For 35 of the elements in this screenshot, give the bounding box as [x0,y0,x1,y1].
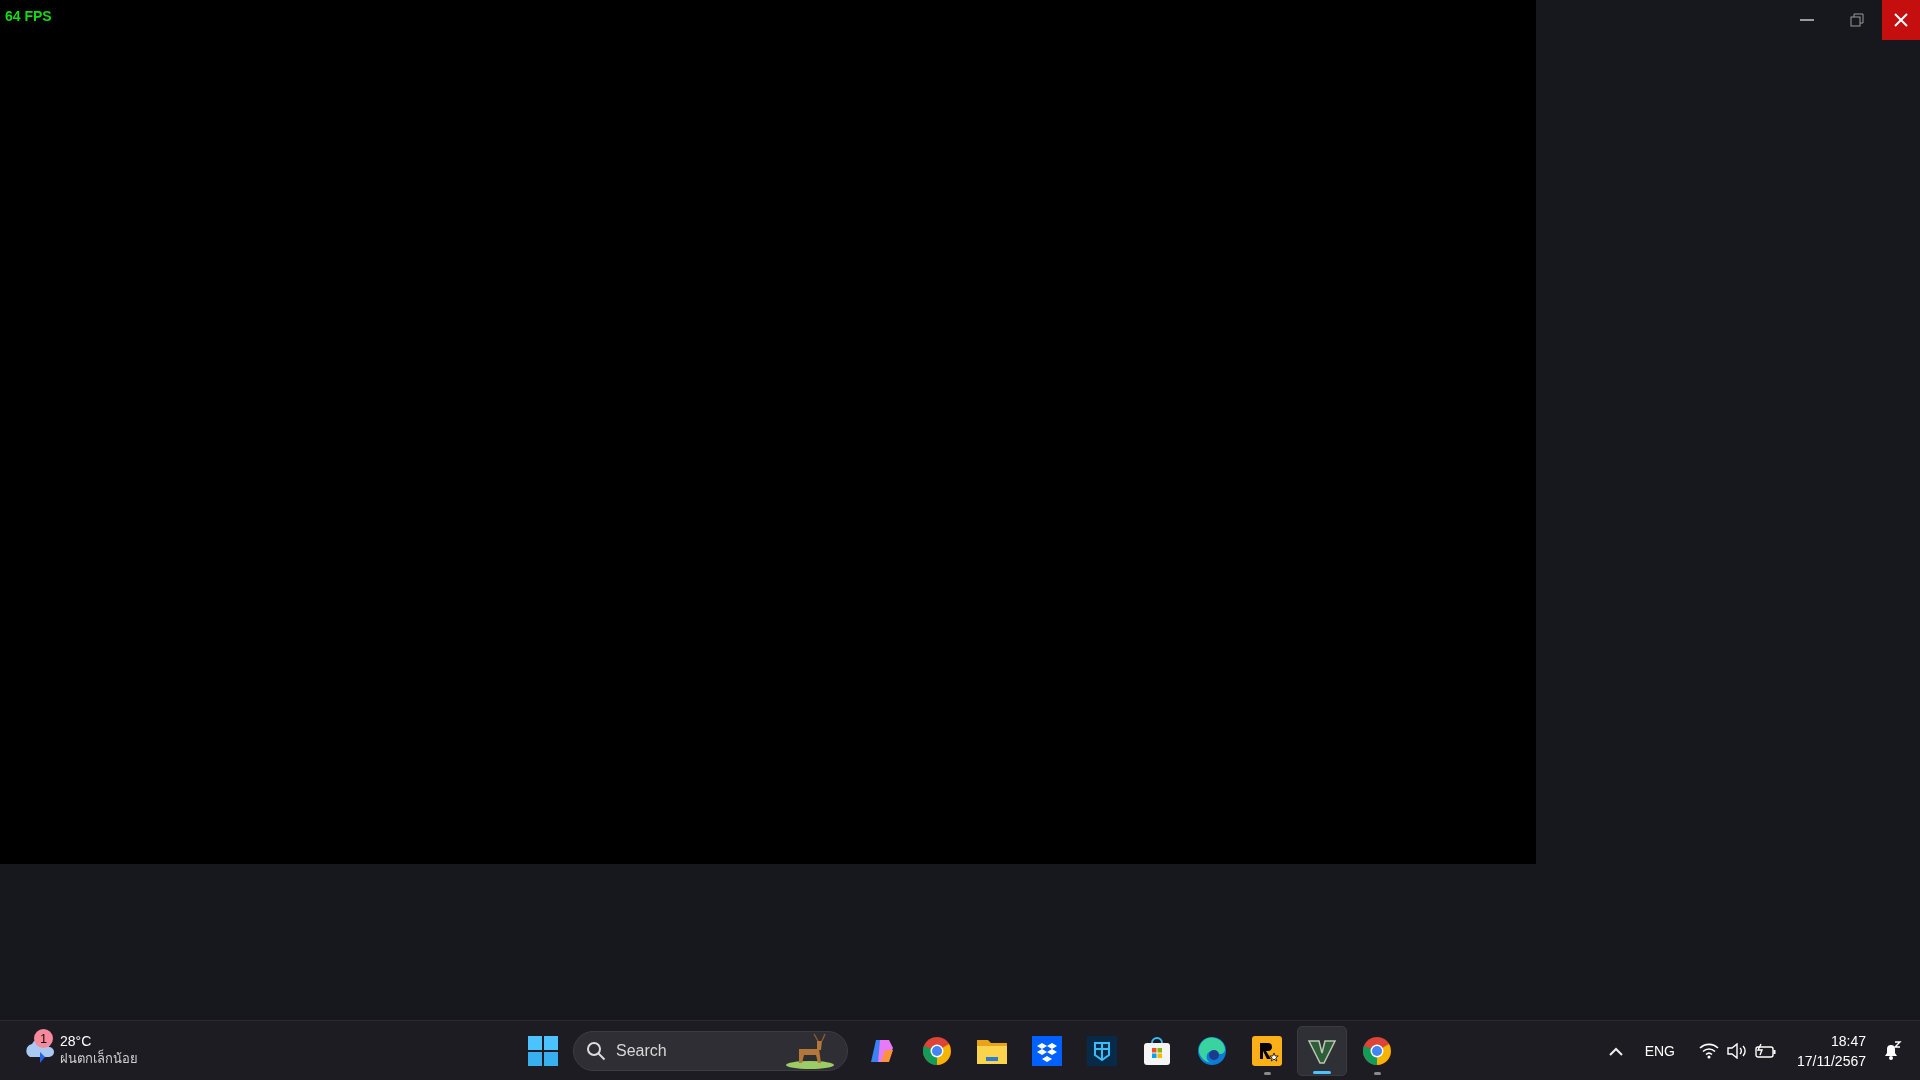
running-indicator [1313,1070,1331,1074]
close-icon [1894,13,1908,27]
battery-charging-icon [1754,1043,1777,1059]
bell-snooze-icon [1882,1041,1902,1061]
clock[interactable]: 18:47 17/11/2567 [1796,1031,1866,1071]
speaker-icon [1726,1043,1747,1059]
minimize-icon [1800,19,1814,21]
deer-icon [785,1032,835,1069]
temperature-text: 28°C [60,1032,92,1049]
search-field[interactable]: Search [573,1030,848,1071]
running-indicator [1263,1071,1271,1075]
store-bag-icon [1142,1035,1172,1066]
system-tray-status[interactable] [1698,1043,1777,1059]
dropbox-icon [1032,1035,1062,1066]
search-input[interactable]: Search [616,1038,775,1063]
edge-icon [1197,1035,1227,1066]
fps-counter: 64 FPS [5,8,52,24]
language-indicator[interactable]: ENG [1644,1040,1675,1062]
time-text: 18:47 [1830,1032,1866,1051]
windows-logo-icon [528,1035,558,1066]
taskbar-app-button[interactable] [1297,1025,1347,1076]
weather-condition-text: ฝนตกเล็กน้อย [60,1050,138,1068]
chrome-icon [1362,1035,1392,1066]
search-icon [586,1040,606,1061]
rockstar-icon [1252,1035,1282,1066]
shield-app-icon [1087,1035,1117,1066]
wifi-icon [1698,1043,1719,1059]
notification-badge: 1 [34,1029,53,1048]
weather-widget[interactable]: 1 28°C ฝนตกเล็กน้อย [22,1027,138,1073]
close-button[interactable] [1882,0,1920,40]
running-indicator [1373,1071,1381,1075]
restore-icon [1850,13,1864,27]
date-text: 17/11/2567 [1796,1052,1866,1071]
chevron-up-icon [1608,1046,1623,1056]
chrome-icon [922,1035,952,1066]
